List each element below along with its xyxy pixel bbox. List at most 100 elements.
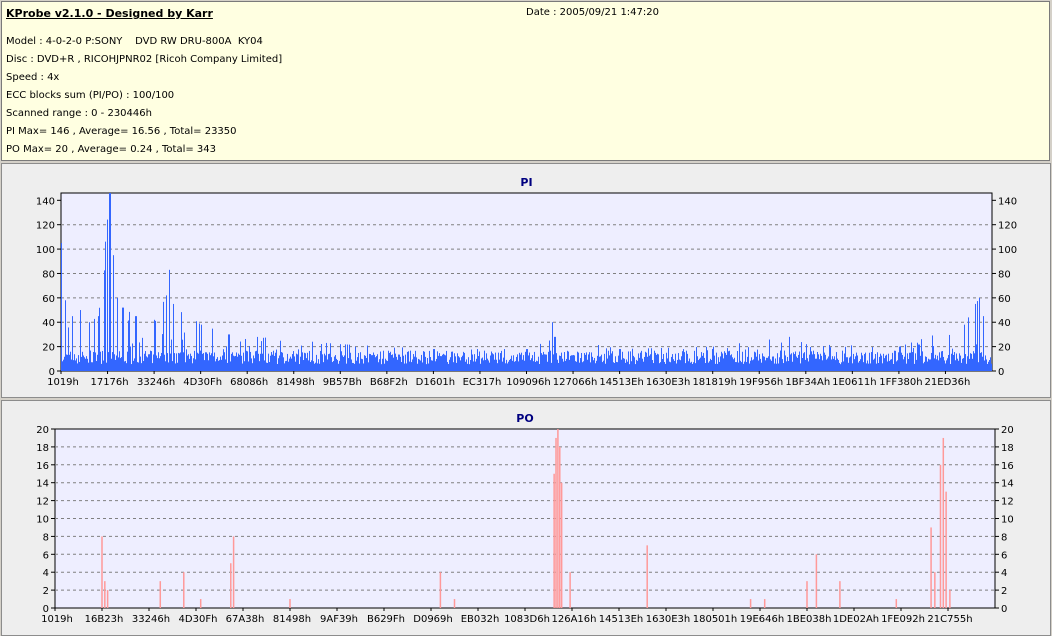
pi-bar	[891, 359, 892, 371]
pi-bar	[569, 359, 570, 371]
pi-bar	[322, 354, 323, 371]
pi-bar	[310, 362, 311, 371]
x-tick-label: 33246h	[132, 614, 170, 625]
pi-bar	[89, 322, 90, 371]
pi-bar	[192, 363, 193, 371]
pi-bar	[795, 351, 796, 371]
pi-bar	[116, 355, 117, 371]
pi-bar	[389, 352, 390, 371]
pi-bar	[426, 364, 427, 371]
pi-bar	[781, 342, 782, 371]
pi-bar	[792, 361, 793, 371]
pi-bar	[713, 346, 714, 371]
pi-bar	[930, 359, 931, 371]
pi-bar	[422, 362, 423, 371]
pi-bar	[163, 301, 164, 371]
pi-bar	[430, 357, 431, 371]
pi-bar	[164, 354, 165, 371]
pi-bar	[124, 361, 125, 371]
pi-bar	[719, 361, 720, 371]
pi-bar	[374, 354, 375, 371]
pi-bar	[791, 353, 792, 371]
x-tick-label: 14513Eh	[599, 614, 643, 625]
pi-bar	[796, 356, 797, 371]
pi-bar	[960, 355, 961, 371]
pi-bar	[578, 352, 579, 371]
pi-bar	[545, 354, 546, 371]
pi-bar	[344, 355, 345, 371]
pi-bar	[208, 360, 209, 371]
pi-bar	[135, 316, 136, 371]
pi-bar	[267, 362, 268, 371]
pi-bar	[328, 354, 329, 371]
x-tick-label: D0969h	[413, 614, 453, 625]
pi-bar	[294, 356, 295, 371]
pi-bar	[700, 357, 701, 371]
pi-bar	[423, 351, 424, 371]
pi-bar	[449, 359, 450, 371]
pi-bar	[866, 363, 867, 371]
pi-bar	[181, 312, 182, 371]
pi-bar	[620, 349, 621, 371]
pi-bar	[900, 346, 901, 371]
pi-bar	[709, 361, 710, 371]
pi-bar	[598, 345, 599, 371]
y-tick-label: 40	[998, 318, 1011, 329]
pi-bar	[769, 339, 770, 371]
pi-bar	[156, 355, 157, 371]
pi-bar	[736, 362, 737, 371]
pi-bar	[160, 356, 161, 371]
pi-bar	[111, 358, 112, 371]
po-bar	[763, 599, 766, 608]
pi-bar	[582, 362, 583, 371]
pi-bar	[612, 351, 613, 371]
model-line: Model : 4-0-2-0 P:SONY DVD RW DRU-800A K…	[6, 36, 263, 47]
pi-bar	[631, 361, 632, 371]
pi-bar	[893, 363, 894, 371]
pi-bar	[841, 362, 842, 371]
po-bar	[232, 536, 235, 608]
pi-bar	[925, 356, 926, 371]
pi-bar	[399, 354, 400, 371]
pi-bar	[985, 355, 986, 371]
pi-bar	[955, 360, 956, 371]
pi-bar	[990, 357, 991, 371]
pi-bar	[395, 353, 396, 371]
pi-bar	[793, 352, 794, 371]
pi-bar	[586, 352, 587, 371]
po-bar	[101, 536, 103, 608]
pi-bar	[946, 360, 947, 371]
pi-bar	[652, 360, 653, 371]
pi-bar	[740, 360, 741, 371]
y-tick-label: 2	[43, 586, 49, 597]
pi-bar	[819, 359, 820, 371]
pi-bar	[609, 355, 610, 371]
pi-bar	[149, 354, 150, 371]
pi-bar	[888, 353, 889, 371]
pi-bar	[299, 364, 300, 371]
pi-bar	[346, 363, 347, 371]
pi-bar	[471, 349, 472, 371]
pi-bar	[94, 318, 95, 371]
pi-bar	[991, 363, 992, 371]
x-tick-label: 16B23h	[85, 614, 124, 625]
pi-bar	[603, 360, 604, 371]
pi-bar	[538, 356, 539, 371]
pi-bar	[704, 357, 705, 371]
pi-bar	[706, 346, 707, 371]
pi-bar	[425, 356, 426, 371]
pi-bar	[152, 363, 153, 371]
pi-bar	[443, 353, 444, 371]
pi-bar	[801, 342, 802, 371]
pi-bar	[306, 358, 307, 371]
pi-bar	[477, 349, 478, 371]
pi-bar	[857, 355, 858, 371]
pi-bar	[808, 361, 809, 371]
pi-bar	[789, 336, 790, 371]
pi-bar	[530, 360, 531, 371]
pi-bar	[856, 352, 857, 371]
pi-bar	[518, 361, 519, 371]
pi-bar	[71, 359, 72, 371]
pi-bar	[485, 360, 486, 371]
pi-bar	[187, 355, 188, 371]
